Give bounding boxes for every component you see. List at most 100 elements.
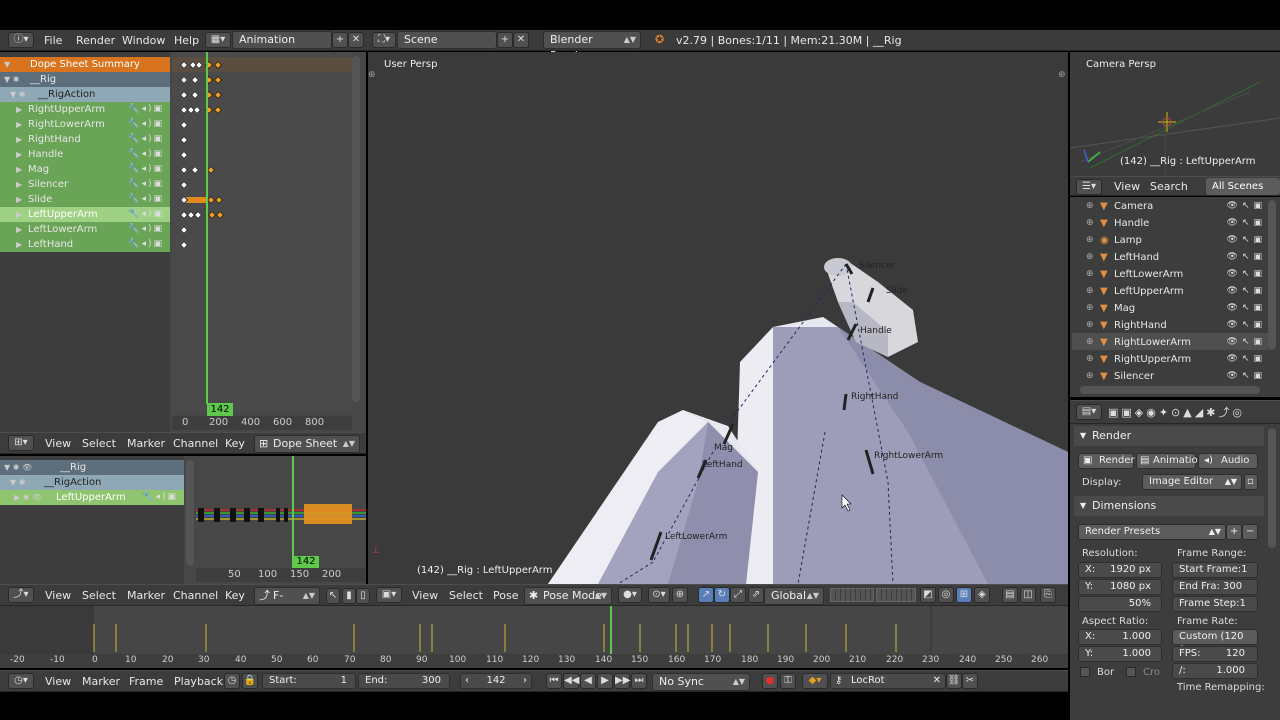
frame-step-field[interactable]: Frame Step:1 <box>1172 596 1258 612</box>
menu-playback[interactable]: Playback <box>174 675 223 688</box>
bone-label[interactable]: Slide <box>886 286 908 296</box>
border-checkbox[interactable] <box>1080 667 1090 677</box>
translate-icon[interactable]: ↗ <box>698 587 714 603</box>
lock-icon[interactable]: 🔒 <box>242 673 258 689</box>
channel-row-selected[interactable]: ▶ LeftUpperArm 🔧◂)▣ <box>0 207 170 222</box>
viewport-scene[interactable] <box>368 52 1068 584</box>
play-reverse-icon[interactable]: ◀ <box>580 673 596 689</box>
visibility-icons[interactable]: 👁↖▣ <box>1227 368 1266 385</box>
chevron-right-icon[interactable]: ▶ <box>16 162 22 177</box>
outliner-item[interactable]: ⊕ ▼ Silencer 👁↖▣ <box>1072 368 1268 385</box>
channel-row[interactable]: ▶ RightHand 🔧◂)▣ <box>0 132 170 147</box>
current-frame-field[interactable]: ‹ 142 › <box>460 673 532 689</box>
channel-row[interactable]: ▶ RightUpperArm 🔧◂)▣ <box>0 102 170 117</box>
menu-view[interactable]: View <box>412 589 438 602</box>
channel-tools-icon[interactable]: 🔧◂)▣ <box>128 207 164 222</box>
outliner-item[interactable]: ⊕ ▼ RightHand 👁↖▣ <box>1072 317 1268 334</box>
outliner-hscrollbar[interactable] <box>1080 386 1260 394</box>
outliner-item[interactable]: ⊕ ▼ RightUpperArm 👁↖▣ <box>1072 351 1268 368</box>
expand-icon[interactable]: ⊕ <box>1086 283 1094 300</box>
dopesheet-mode-dropdown[interactable]: ⊞ Dope Sheet ▲▼ <box>254 435 360 453</box>
expand-icon[interactable]: ⊕ <box>1086 334 1094 351</box>
outliner-item[interactable]: ⊕ ▼ LeftLowerArm 👁↖▣ <box>1072 266 1268 283</box>
visibility-icons[interactable]: 👁↖▣ <box>1227 249 1266 266</box>
audio-button[interactable]: ◂) Audio <box>1198 453 1258 469</box>
current-frame-indicator[interactable]: 142 <box>207 403 233 416</box>
close-icon[interactable]: ✕ <box>933 674 941 688</box>
outliner-display-mode[interactable]: All Scenes <box>1206 178 1280 195</box>
layers-grid[interactable] <box>830 588 874 602</box>
bone-label[interactable]: LeftLowerArm <box>665 532 727 542</box>
keying-set-icon[interactable]: ◆▾ <box>802 673 828 689</box>
channel-row[interactable]: ▶ LeftLowerArm 🔧◂)▣ <box>0 222 170 237</box>
record-icon[interactable]: ● <box>762 673 778 689</box>
remove-scene-icon[interactable]: ✕ <box>513 32 529 48</box>
properties-scrollbar[interactable] <box>1268 428 1276 548</box>
visibility-icons[interactable]: 👁↖▣ <box>1227 300 1266 317</box>
dopesheet-playhead[interactable] <box>206 52 208 404</box>
visibility-icons[interactable]: 👁↖▣ <box>1227 334 1266 351</box>
render-preview-icon[interactable]: ▤ <box>1002 587 1018 603</box>
fcurve-canvas[interactable] <box>196 456 366 568</box>
end-field[interactable]: End: 300 <box>358 673 450 689</box>
frame-rate-dropdown[interactable]: Custom (120 f... <box>1172 629 1258 656</box>
chevron-left-icon[interactable]: ‹ <box>465 674 469 688</box>
action-row[interactable]: ▼ ✱ __RigAction <box>0 87 170 102</box>
aspect-y-field[interactable]: Y: 1.000 <box>1078 646 1162 662</box>
graph-channel-row[interactable]: ▶ ✱ 👁 LeftUpperArm 🔧◂)▣ <box>0 490 184 505</box>
channel-tools-icon[interactable]: 🔧◂)▣ <box>128 222 164 237</box>
dimensions-section-header[interactable]: ▼ Dimensions <box>1074 496 1264 516</box>
render-button[interactable]: ▣ Render <box>1078 453 1135 469</box>
auto-key-options-icon[interactable]: ⚿ <box>780 673 796 689</box>
channel-row[interactable]: ▶ Slide 🔧◂)▣ <box>0 192 170 207</box>
graph-editor-area[interactable]: ▼ ✱ 👁 __Rig ▼ ✱ __RigAction ▶ ✱ 👁 LeftUpper… <box>0 456 366 584</box>
expand-icon[interactable]: ⊕ <box>1086 249 1094 266</box>
menu-render[interactable]: Render <box>76 34 115 47</box>
channel-tools-icon[interactable]: 🔧◂)▣ <box>128 117 164 132</box>
graph-rig-row[interactable]: ▼ ✱ 👁 __Rig <box>0 460 170 475</box>
visibility-icons[interactable]: 👁↖▣ <box>1227 198 1266 215</box>
copy-pose-icon[interactable]: ⎘ <box>1040 587 1056 603</box>
chevron-right-icon[interactable]: ▶ <box>16 147 22 162</box>
camera-viewport[interactable]: Camera Persp (142) __Rig : LeftUpperArm <box>1070 52 1280 176</box>
menu-channel[interactable]: Channel <box>173 589 218 602</box>
expand-icon[interactable]: ▼ ✱ <box>4 72 19 87</box>
add-preset-icon[interactable]: + <box>1226 524 1242 540</box>
bone-label[interactable]: Handle <box>860 326 892 336</box>
outliner-item[interactable]: ⊕ ▼ Mag 👁↖▣ <box>1072 300 1268 317</box>
channel-row[interactable]: ▶ Handle 🔧◂)▣ <box>0 147 170 162</box>
preview-range-icon[interactable]: ◷ <box>224 673 240 689</box>
channel-tools-icon[interactable]: 🔧◂)▣ <box>128 237 164 252</box>
orientation-dropdown[interactable]: Global ▲▼ <box>764 587 824 605</box>
visibility-icons[interactable]: 👁↖▣ <box>1227 215 1266 232</box>
menu-pose[interactable]: Pose <box>493 589 518 602</box>
outliner-item[interactable]: ⊕ ▼ LeftHand 👁↖▣ <box>1072 249 1268 266</box>
visibility-icons[interactable]: 👁↖▣ <box>1227 232 1266 249</box>
fps-base-field[interactable]: /: 1.000 <box>1172 663 1258 679</box>
channel-row[interactable]: ▶ Mag 🔧◂)▣ <box>0 162 170 177</box>
editor-type-dopesheet-icon[interactable]: ⊞▾ <box>8 435 34 451</box>
layers-grid[interactable] <box>876 588 916 602</box>
add-screen-icon[interactable]: + <box>332 32 348 48</box>
start-field[interactable]: Start: 1 <box>262 673 356 689</box>
menu-channel[interactable]: Channel <box>173 437 218 450</box>
channel-tools-icon[interactable]: 🔧◂)▣ <box>128 147 164 162</box>
resolution-x-field[interactable]: X: 1920 px <box>1078 562 1162 578</box>
graph-channel-scrollbar[interactable] <box>186 460 194 566</box>
bone-label[interactable]: Silencer <box>859 261 895 271</box>
graph-current-frame[interactable]: 142 <box>293 556 319 568</box>
rig-row[interactable]: ▼ ✱ __Rig <box>0 72 170 87</box>
menu-key[interactable]: Key <box>225 589 245 602</box>
expand-icon[interactable]: ⊕ <box>1086 317 1094 334</box>
expand-icon[interactable]: ⊕ <box>1086 215 1094 232</box>
properties-tab-icons[interactable]: ▣▣◈◉✦⊙▲◢✱⤴◎ <box>1108 404 1245 420</box>
dopesheet-area[interactable]: ▼ Dope Sheet Summary ▼ ✱ __Rig ▼ ✱ __RigAct… <box>0 52 366 432</box>
menu-marker[interactable]: Marker <box>127 589 165 602</box>
jump-start-icon[interactable]: ⏮ <box>546 673 562 689</box>
menu-marker[interactable]: Marker <box>82 675 120 688</box>
expand-icon[interactable]: ⊕ <box>1086 300 1094 317</box>
outliner-menu-search[interactable]: Search <box>1150 180 1188 193</box>
resolution-y-field[interactable]: Y: 1080 px <box>1078 579 1162 595</box>
outliner-item[interactable]: ⊕ ▼ RightLowerArm 👁↖▣ <box>1072 334 1268 351</box>
keying-set-field[interactable]: ⚷ LocRot ✕ <box>830 673 946 689</box>
